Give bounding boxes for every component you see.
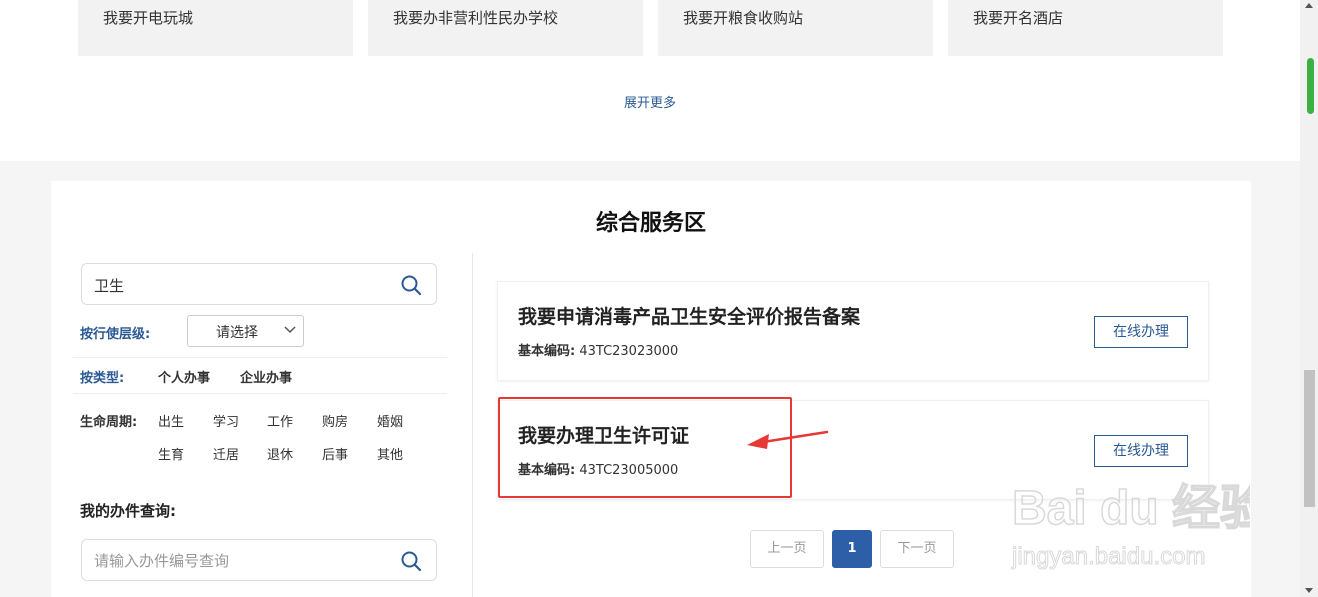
- next-page-button[interactable]: 下一页: [880, 530, 954, 568]
- type-enterprise[interactable]: 企业办事: [240, 367, 292, 386]
- result-code: 基本编码: 43TC23023000: [518, 340, 678, 359]
- online-handle-button[interactable]: 在线办理: [1094, 316, 1188, 348]
- life-item-other[interactable]: 其他: [377, 444, 403, 463]
- section-title: 综合服务区: [595, 211, 706, 236]
- prev-page-button[interactable]: 上一页: [750, 530, 824, 568]
- query-input[interactable]: [94, 550, 384, 572]
- result-code-value: 43TC23023000: [579, 344, 679, 359]
- scenario-card-arcade[interactable]: 我要开电玩城: [78, 0, 353, 56]
- scenario-section: 我要开电玩城 我要办非营利性民办学校 我要开粮食收购站 我要开名酒店 展开更多: [0, 0, 1300, 161]
- search-icon[interactable]: [400, 550, 422, 572]
- result-card: 我要申请消毒产品卫生安全评价报告备案 基本编码: 43TC23023000 在线…: [497, 281, 1209, 381]
- service-search-input[interactable]: [94, 274, 384, 296]
- query-box: [81, 539, 437, 581]
- filter-divider: [73, 393, 447, 394]
- result-code-label: 基本编码:: [518, 344, 576, 359]
- life-cycle-label: 生命周期:: [80, 415, 138, 430]
- expand-more-link[interactable]: 展开更多: [0, 92, 1300, 111]
- type-filter-label: 按类型:: [80, 371, 125, 386]
- type-personal[interactable]: 个人办事: [158, 367, 210, 386]
- life-item-house[interactable]: 购房: [322, 411, 348, 430]
- search-icon[interactable]: [400, 274, 422, 296]
- arrow-annotation: [747, 430, 829, 449]
- panel-divider: [472, 253, 473, 597]
- scenario-label: 我要开电玩城: [103, 9, 194, 27]
- page-scrollbar[interactable]: [1300, 0, 1318, 597]
- life-item-birth[interactable]: 出生: [158, 411, 184, 430]
- service-search-box: [81, 263, 437, 305]
- scrollbar-thumb[interactable]: [1304, 370, 1315, 507]
- life-item-funeral[interactable]: 后事: [322, 444, 348, 463]
- level-select[interactable]: 请选择: [187, 315, 304, 347]
- chevron-down-icon: [284, 326, 296, 334]
- level-filter-label: 按行使层级:: [80, 327, 151, 342]
- watermark-url: jingyan.baidu.com: [1011, 543, 1205, 570]
- scenario-card-liquor[interactable]: 我要开名酒店: [948, 0, 1223, 56]
- scroll-down-arrow-icon[interactable]: [1305, 588, 1313, 593]
- query-title: 我的办件查询:: [80, 502, 176, 520]
- life-item-childbirth[interactable]: 生育: [158, 444, 184, 463]
- baidu-jingyan-watermark: Bai du 经验 jingyan.baidu.com: [1011, 481, 1251, 570]
- life-item-study[interactable]: 学习: [213, 411, 239, 430]
- life-item-work[interactable]: 工作: [267, 411, 293, 430]
- scroll-indicator: [1307, 58, 1314, 114]
- level-select-value: 请选择: [216, 325, 258, 341]
- result-title[interactable]: 我要申请消毒产品卫生安全评价报告备案: [518, 302, 860, 329]
- scenario-card-school[interactable]: 我要办非营利性民办学校: [368, 0, 643, 56]
- scroll-up-arrow-icon[interactable]: [1305, 3, 1313, 8]
- life-item-relocate[interactable]: 迁居: [213, 444, 239, 463]
- scenario-label: 我要开粮食收购站: [683, 9, 804, 27]
- page-1-button[interactable]: 1: [832, 530, 872, 568]
- life-item-retire[interactable]: 退休: [267, 444, 293, 463]
- scenario-card-grain[interactable]: 我要开粮食收购站: [658, 0, 933, 56]
- life-item-marriage[interactable]: 婚姻: [377, 411, 403, 430]
- scenario-label: 我要开名酒店: [973, 9, 1064, 27]
- watermark-brand: Bai du 经验: [1012, 482, 1250, 535]
- scenario-label: 我要办非营利性民办学校: [393, 9, 559, 27]
- filter-divider: [73, 357, 447, 358]
